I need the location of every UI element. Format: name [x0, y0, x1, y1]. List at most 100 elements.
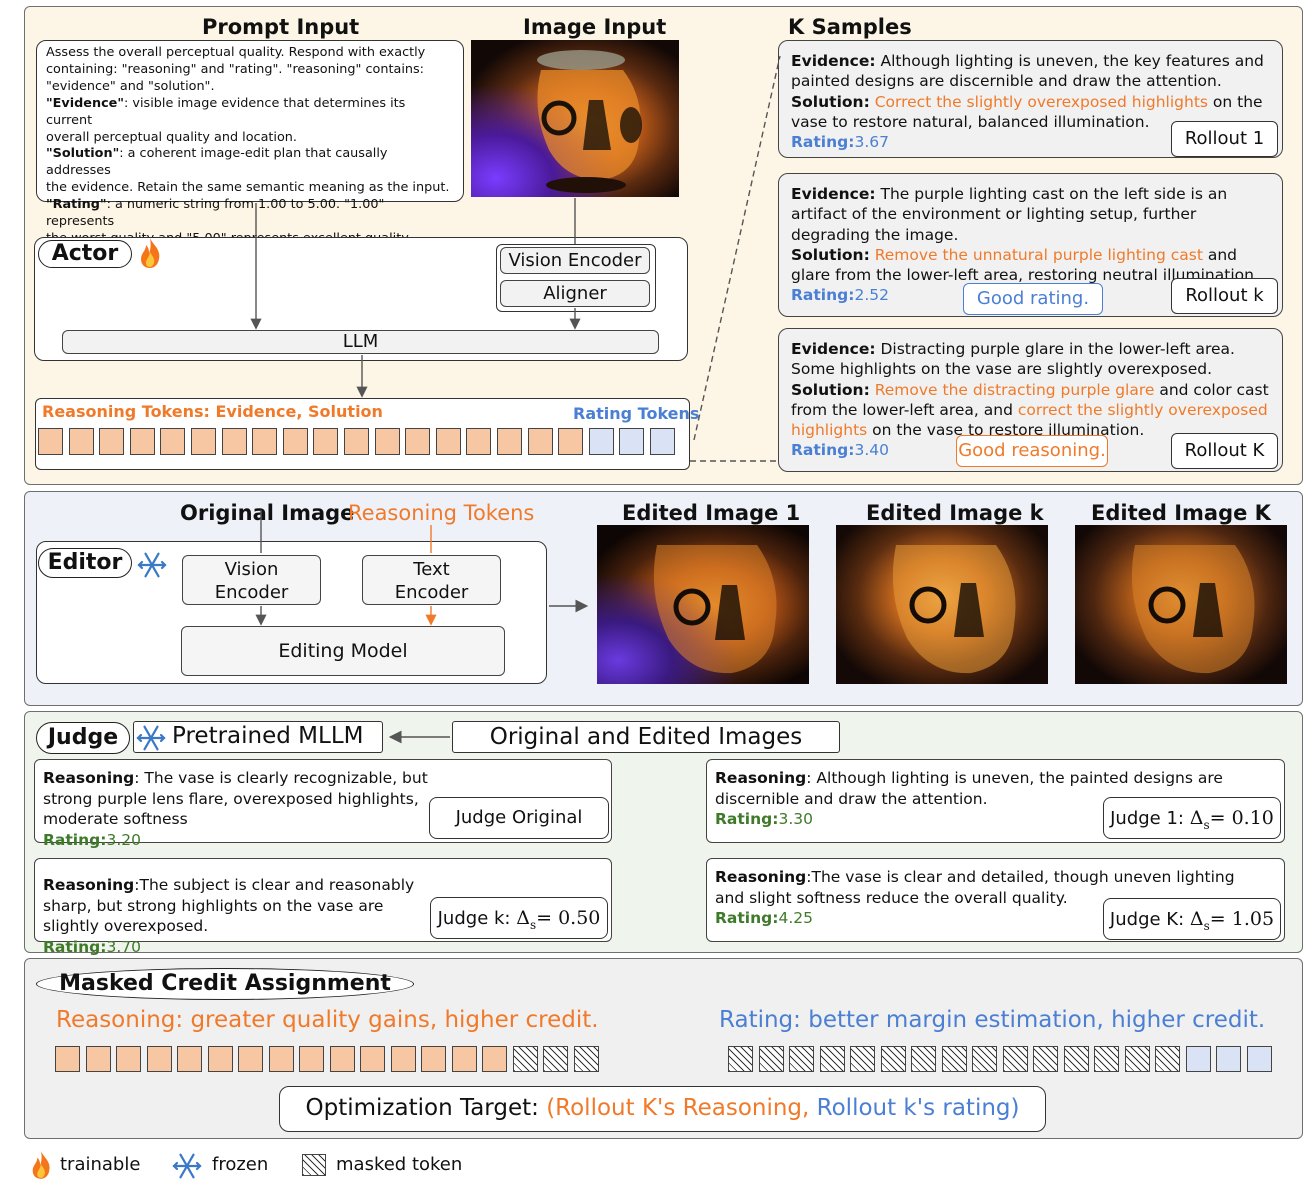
credit-reasoning-token	[146, 1046, 172, 1072]
fire-icon	[32, 1151, 50, 1179]
actor-token	[344, 428, 369, 455]
actor-token	[191, 428, 216, 455]
editor-label: Editor	[38, 548, 132, 578]
actor-label: Actor	[38, 240, 132, 268]
k-samples-title: K Samples	[788, 15, 912, 39]
credit-reasoning-token	[512, 1046, 538, 1072]
sample-k-solution-highlight: Remove the unnatural purple lighting cas…	[869, 245, 1203, 264]
reasoning-credit-line: Reasoning: greater quality gains, higher…	[56, 1007, 599, 1033]
judge-original-rating: Rating:3.20	[43, 830, 421, 851]
judge-label: Judge	[36, 722, 130, 754]
editor-text-encoder: Text Encoder	[362, 555, 501, 605]
delta-symbol: Δ	[516, 907, 530, 929]
sample-K-rating-value: 3.40	[854, 441, 889, 460]
actor-token	[497, 428, 522, 455]
judge-K-delta: = 1.05	[1209, 908, 1275, 930]
prompt-box: Assess the overall perceptual quality. R…	[36, 40, 464, 246]
optimization-target-box: Optimization Target: (Rollout K's Reason…	[279, 1086, 1046, 1132]
prompt-input-title: Prompt Input	[202, 15, 360, 39]
credit-reasoning-token	[543, 1046, 568, 1072]
credit-rating-token	[1246, 1046, 1272, 1072]
fire-icon	[141, 238, 160, 268]
judge-K-tag-prefix: Judge K:	[1109, 909, 1190, 930]
prompt-line-2: containing: "reasoning" and "rating". "r…	[46, 61, 424, 77]
actor-token	[527, 428, 553, 455]
credit-rating-token	[1033, 1046, 1058, 1072]
good-rating-tag: Good rating.	[963, 283, 1103, 315]
sample-k-evidence-key: Evidence:	[791, 185, 876, 203]
actor-token	[313, 428, 339, 455]
actor-token	[619, 428, 645, 455]
delta-symbol: Δ	[1189, 908, 1204, 930]
credit-reasoning-token	[451, 1046, 477, 1072]
judge-k-tag-prefix: Judge k:	[437, 908, 517, 929]
rollout-1-tag: Rollout 1	[1171, 121, 1278, 157]
credit-reasoning-token	[329, 1046, 355, 1072]
sample-K-text: Evidence: Distracting purple glare in th…	[791, 339, 1270, 440]
vase-illustration	[1131, 545, 1255, 674]
credit-rating-token	[1216, 1046, 1241, 1072]
sample-1-text: Evidence: Although lighting is uneven, t…	[791, 51, 1270, 132]
credit-rating-token	[819, 1046, 845, 1072]
credit-reasoning-token	[238, 1046, 263, 1072]
sample-k-rating-value: 2.52	[854, 286, 889, 305]
judge-original-rating-value: 3.20	[106, 830, 141, 849]
legend-masked-swatch	[302, 1154, 326, 1176]
actor-token	[435, 428, 461, 455]
credit-reasoning-token	[390, 1046, 416, 1072]
judge-K-rating-key: Rating:	[715, 909, 779, 927]
judge-k-tag: Judge k: Δs= 0.50	[430, 897, 608, 939]
credit-rating-token	[941, 1046, 967, 1072]
judge-K-reasoning-key: Reasoning	[715, 868, 807, 886]
optim-orange: (Rollout K's Reasoning,	[546, 1095, 817, 1121]
actor-token	[374, 428, 400, 455]
credit-reasoning-token	[482, 1046, 507, 1072]
edited-image-k	[836, 525, 1048, 684]
actor-token	[650, 428, 675, 455]
rating-credit-line: Rating: better margin estimation, higher…	[719, 1007, 1266, 1033]
credit-rating-token	[1094, 1046, 1119, 1072]
original-image-title: Original Image	[180, 501, 355, 525]
legend-frozen: frozen	[212, 1154, 269, 1175]
optim-blue: Rollout k's rating)	[816, 1095, 1020, 1121]
actor-token	[282, 428, 308, 455]
sample-K-solution-key: Solution:	[791, 380, 870, 399]
sample-1-evidence-key: Evidence:	[791, 52, 876, 70]
sample-k-text: Evidence: The purple lighting cast on th…	[791, 184, 1270, 285]
rollout-K-tag: Rollout K	[1171, 433, 1278, 469]
vase-illustration	[653, 545, 777, 674]
actor-token	[252, 428, 278, 455]
actor-token	[405, 428, 431, 455]
judge-k-text: Reasoning:The subject is clear and reaso…	[43, 875, 433, 937]
input-image	[471, 40, 679, 197]
judge-k-rating-key: Rating:	[43, 937, 107, 956]
judge-K-tag: Judge K: Δs= 1.05	[1103, 898, 1281, 940]
judge-k-reasoning-key: Reasoning	[43, 876, 135, 894]
judge-K-rating-value: 4.25	[778, 909, 813, 927]
credit-rating-token	[1185, 1046, 1211, 1072]
credit-reasoning-token	[85, 1046, 111, 1072]
actor-token	[129, 428, 155, 455]
image-input-title: Image Input	[523, 15, 667, 39]
optim-prefix: Optimization Target:	[305, 1095, 547, 1121]
credit-reasoning-token	[573, 1046, 599, 1072]
credit-rating-token	[1155, 1046, 1180, 1072]
judge-original-text: Reasoning: The vase is clearly recogniza…	[43, 768, 443, 830]
credit-rating-token	[1063, 1046, 1089, 1072]
credit-rating-token	[911, 1046, 936, 1072]
credit-reasoning-token	[299, 1046, 324, 1072]
legend-trainable: trainable	[60, 1154, 141, 1175]
prompt-evidence-2: overall perceptual quality and location.	[46, 129, 297, 145]
credit-reasoning-token	[421, 1046, 446, 1072]
actor-token	[38, 428, 63, 455]
edited-image-k-title: Edited Image k	[866, 501, 1044, 525]
credit-rating-token	[758, 1046, 784, 1072]
credit-reasoning-token	[268, 1046, 294, 1072]
actor-vision-encoder: Vision Encoder	[500, 247, 650, 274]
sample-1-rating-key: Rating:	[791, 133, 855, 152]
prompt-rating-key: "Rating"	[46, 197, 107, 213]
edited-image-1	[597, 525, 809, 684]
sample-k-solution-key: Solution:	[791, 245, 870, 264]
sample-1-rating-value: 3.67	[854, 133, 889, 152]
orig-edited-box: Original and Edited Images	[452, 721, 840, 753]
